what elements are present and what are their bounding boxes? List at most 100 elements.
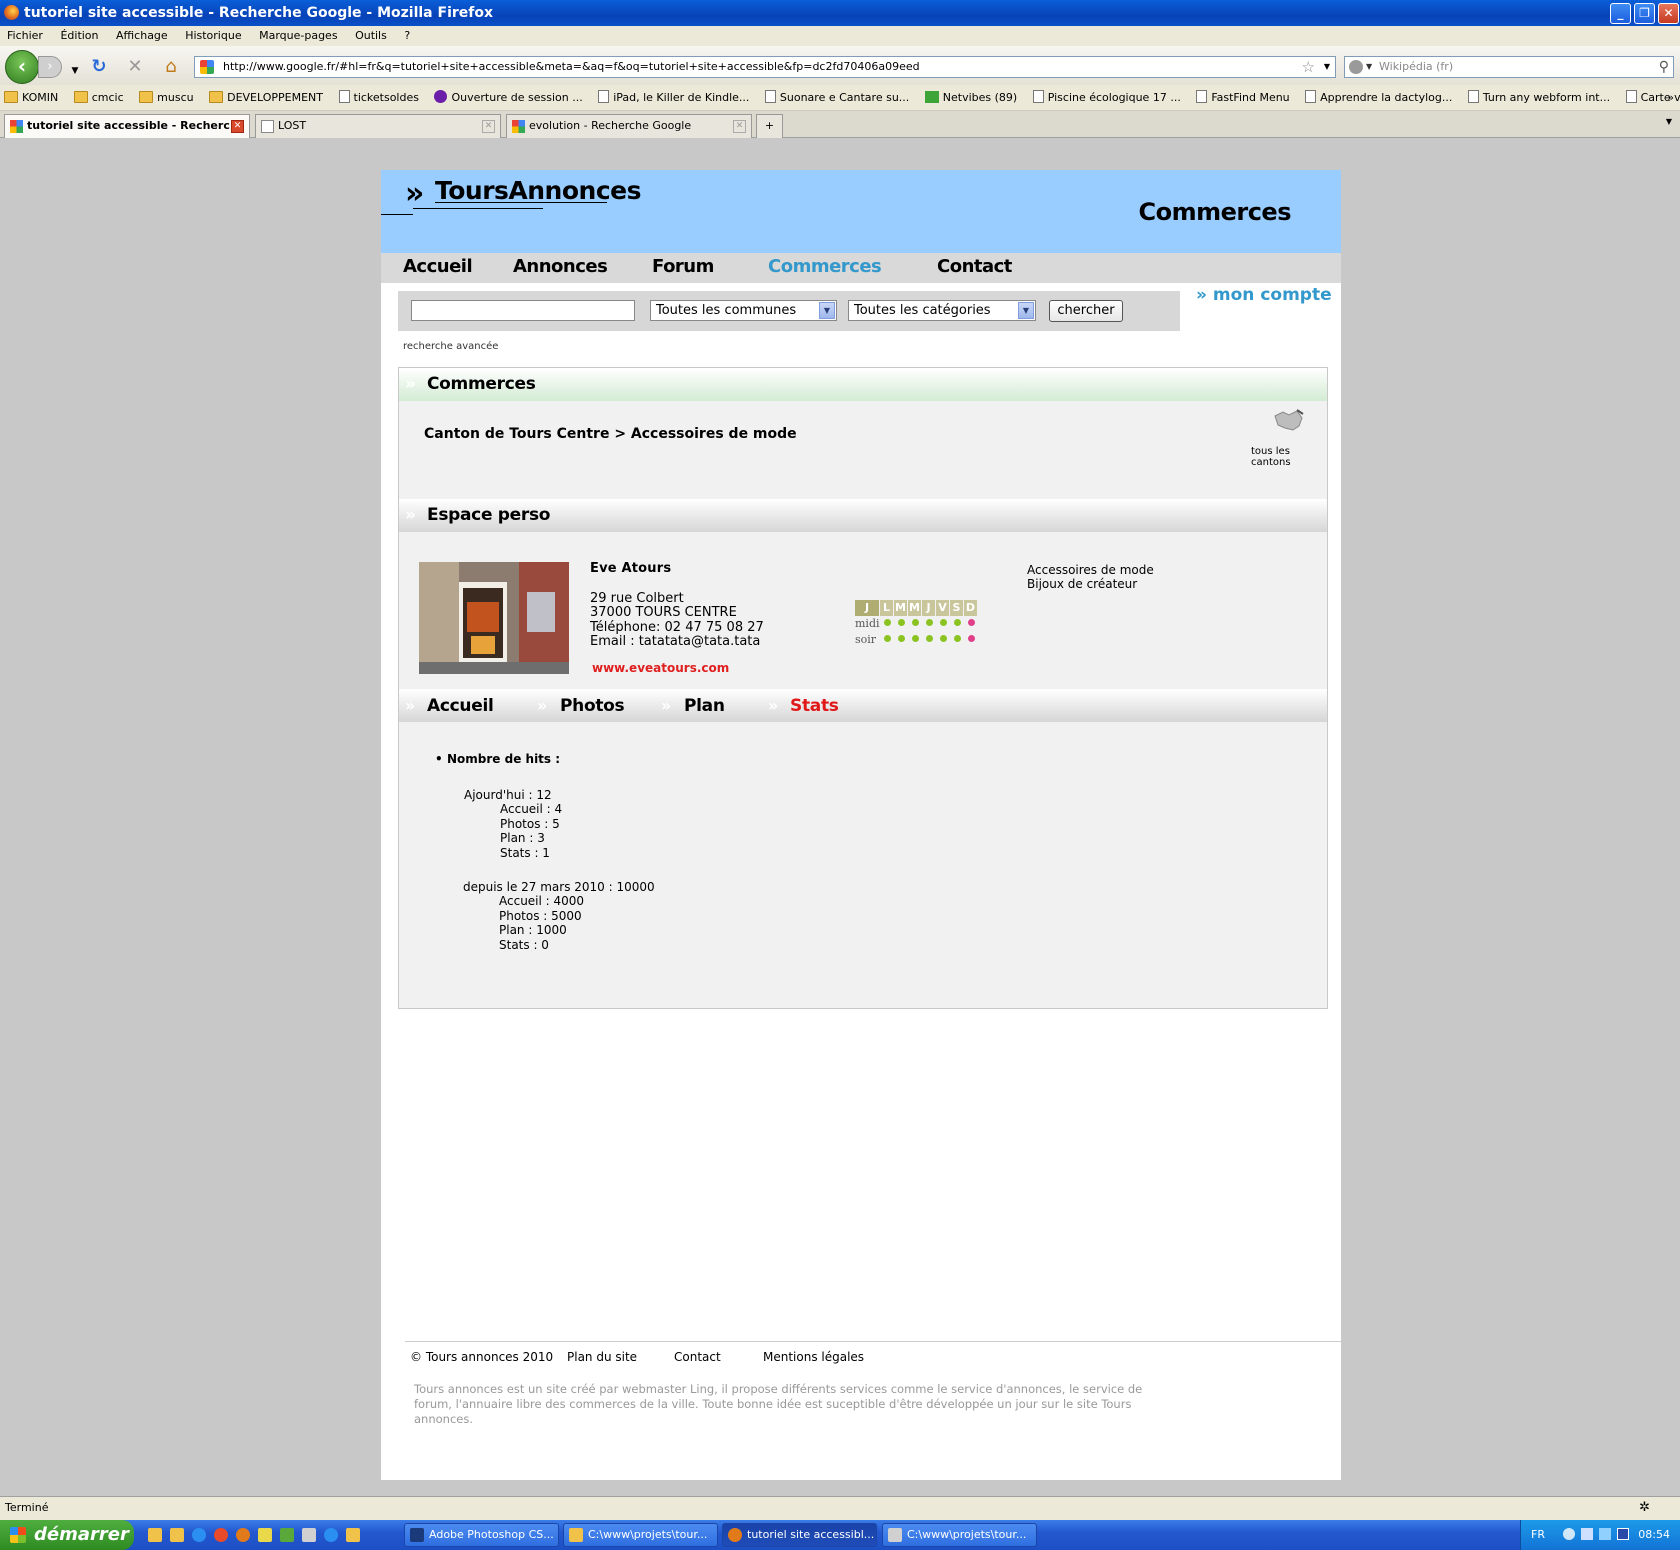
home-icon[interactable]: ⌂ <box>160 56 182 78</box>
subnav-plan[interactable]: Plan <box>684 696 725 716</box>
chrome-icon[interactable] <box>214 1528 228 1542</box>
footer-mentions-legales[interactable]: Mentions légales <box>763 1350 864 1364</box>
network-icon[interactable] <box>1581 1528 1593 1540</box>
search-engine-box[interactable]: ▼ Wikipédia (fr) ⚲ <box>1344 56 1674 78</box>
bookmark-ticketsoldes[interactable]: ticketsoldes <box>335 85 419 110</box>
menu-edition[interactable]: Édition <box>60 26 98 46</box>
bookmark-ipad[interactable]: iPad, le Killer de Kindle... <box>594 85 749 110</box>
notepad-icon[interactable] <box>302 1528 316 1542</box>
forward-button[interactable]: › <box>38 56 62 78</box>
shop-category: Accessoires de mode <box>1027 563 1154 577</box>
messenger-icon[interactable] <box>258 1528 272 1542</box>
search-input[interactable] <box>411 300 635 321</box>
chevron-right-icon: » <box>405 505 416 525</box>
language-indicator[interactable]: FR <box>1531 1520 1545 1550</box>
page-icon <box>1305 90 1317 103</box>
nav-contact[interactable]: Contact <box>937 256 1012 277</box>
midi-hours-dot <box>954 619 961 626</box>
url-dropdown-icon[interactable]: ▼ <box>1324 57 1330 77</box>
bookmark-muscu[interactable]: muscu <box>135 85 194 110</box>
page-icon <box>1625 90 1637 103</box>
history-dropdown-icon[interactable]: ▼ <box>64 60 86 82</box>
tool-icon[interactable] <box>280 1528 294 1542</box>
page-icon <box>764 90 776 103</box>
folder-icon[interactable] <box>170 1528 184 1542</box>
start-button[interactable]: démarrer <box>0 1520 134 1550</box>
bookmark-komin[interactable]: KOMIN <box>0 85 58 110</box>
close-tab-icon[interactable]: ✕ <box>733 120 746 133</box>
menu-historique[interactable]: Historique <box>185 26 241 46</box>
minimize-button[interactable]: _ <box>1610 3 1631 24</box>
tray-arrow-icon[interactable] <box>1563 1528 1575 1540</box>
bookmarks-overflow-icon[interactable]: » <box>1667 85 1674 110</box>
communes-select[interactable]: Toutes les communes ▼ <box>650 300 837 321</box>
nav-commerces[interactable]: Commerces <box>768 256 882 277</box>
midi-label: midi <box>855 617 880 630</box>
tab-evolution[interactable]: evolution - Recherche Google ✕ <box>506 114 752 138</box>
nav-forum[interactable]: Forum <box>652 256 714 277</box>
map-icon[interactable] <box>1269 406 1307 440</box>
back-button[interactable]: ‹ <box>5 50 39 84</box>
tab-tutoriel[interactable]: tutoriel site accessible - Recherc... ✕ <box>4 114 250 139</box>
firefox-icon[interactable] <box>236 1528 250 1542</box>
close-tab-icon[interactable]: ✕ <box>231 120 244 133</box>
footer-contact[interactable]: Contact <box>674 1350 721 1364</box>
subnav-photos[interactable]: Photos <box>560 696 625 716</box>
search-button[interactable]: chercher <box>1049 300 1123 322</box>
addon-icon[interactable]: ✲ <box>1639 1497 1650 1519</box>
bookmark-ouverture-session[interactable]: Ouverture de session ... <box>430 85 583 110</box>
menu-fichier[interactable]: Fichier <box>7 26 43 46</box>
bookmark-dactylo[interactable]: Apprendre la dactylog... <box>1301 85 1452 110</box>
footer-plan-du-site[interactable]: Plan du site <box>567 1350 637 1364</box>
search-icon[interactable]: ⚲ <box>1659 57 1669 77</box>
taskbar-item-photoshop[interactable]: Adobe Photoshop CS... <box>404 1523 559 1547</box>
folder-icon[interactable] <box>346 1528 360 1542</box>
restore-button[interactable]: ❐ <box>1634 3 1655 24</box>
subnav-stats[interactable]: Stats <box>790 696 839 716</box>
close-tab-icon[interactable]: ✕ <box>482 120 495 133</box>
bookmark-cmcic[interactable]: cmcic <box>70 85 124 110</box>
ie-icon[interactable] <box>192 1528 206 1542</box>
tab-list-icon[interactable]: ▼ <box>1666 117 1672 126</box>
bookmark-developpement[interactable]: DEVELOPPEMENT <box>205 85 323 110</box>
tab-lost[interactable]: LOST ✕ <box>255 114 501 138</box>
menu-help[interactable]: ? <box>404 26 410 46</box>
bookmark-fastfind[interactable]: FastFind Menu <box>1192 85 1290 110</box>
shop-website-link[interactable]: www.eveatours.com <box>592 661 729 675</box>
nav-annonces[interactable]: Annonces <box>513 256 608 277</box>
bookmark-piscine[interactable]: Piscine écologique 17 ... <box>1029 85 1181 110</box>
subnav-accueil[interactable]: Accueil <box>427 696 494 716</box>
taskbar-item-explorer[interactable]: C:\www\projets\tour... <box>563 1523 718 1547</box>
wikipedia-icon[interactable] <box>1349 60 1363 74</box>
bookmark-netvibes[interactable]: Netvibes (89) <box>921 85 1017 110</box>
bookmark-suonare[interactable]: Suonare e Cantare su... <box>761 85 909 110</box>
stop-icon[interactable]: ✕ <box>124 56 146 78</box>
account-link[interactable]: » mon compte <box>1196 285 1332 305</box>
advanced-search-link[interactable]: recherche avancée <box>403 341 498 352</box>
main-navigation: Accueil Annonces Forum Commerces Contact <box>381 253 1341 283</box>
tray-app-icon[interactable] <box>1599 1528 1611 1540</box>
taskbar-item-editor[interactable]: C:\www\projets\tour... <box>882 1523 1037 1547</box>
close-window-button[interactable]: ✕ <box>1658 3 1679 24</box>
menu-marque-pages[interactable]: Marque-pages <box>259 26 337 46</box>
logo-underline <box>381 214 413 215</box>
menu-affichage[interactable]: Affichage <box>116 26 168 46</box>
menu-outils[interactable]: Outils <box>355 26 387 46</box>
categories-select[interactable]: Toutes les catégories ▼ <box>848 300 1036 321</box>
bookmark-webform[interactable]: Turn any webform int... <box>1464 85 1610 110</box>
all-cantons-link[interactable]: tous les cantons <box>1251 446 1327 468</box>
reload-icon[interactable]: ↻ <box>88 56 110 78</box>
security-shield-icon[interactable] <box>1617 1528 1629 1540</box>
bookmark-star-icon[interactable]: ☆ <box>1302 57 1315 77</box>
url-bar[interactable]: http://www.google.fr/#hl=fr&q=tutoriel+s… <box>194 56 1336 78</box>
soir-hours-dot <box>940 635 947 642</box>
new-tab-button[interactable]: + <box>756 114 783 138</box>
ie-icon[interactable] <box>324 1528 338 1542</box>
taskbar-item-firefox[interactable]: tutoriel site accessibl... <box>722 1523 877 1547</box>
nav-accueil[interactable]: Accueil <box>403 256 473 277</box>
folder-icon[interactable] <box>148 1528 162 1542</box>
stats-today-item: Photos : 5 <box>500 817 560 831</box>
day-cell: M <box>908 600 921 616</box>
engine-dropdown-icon[interactable]: ▼ <box>1366 57 1372 77</box>
stats-since-item: Accueil : 4000 <box>499 894 585 908</box>
